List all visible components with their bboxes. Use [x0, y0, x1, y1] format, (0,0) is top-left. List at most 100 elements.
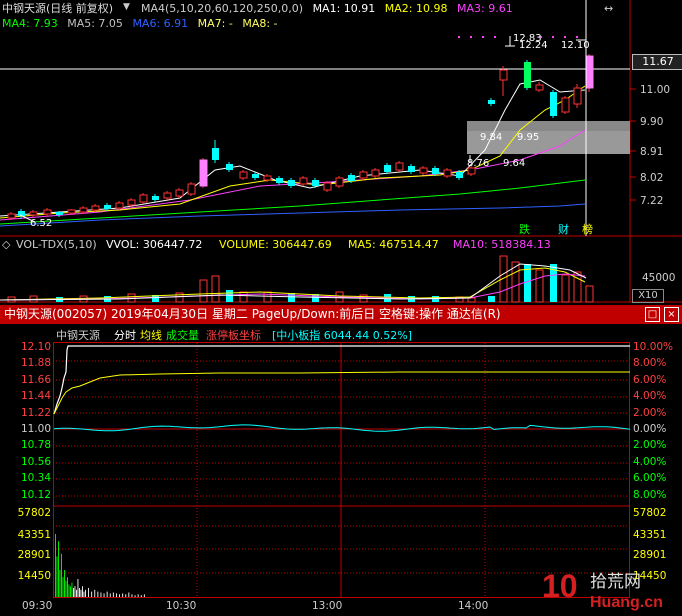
volume-bar: [211, 275, 220, 303]
intraday-volume-bar: [80, 589, 82, 597]
candle: [163, 192, 172, 199]
candle: [573, 87, 582, 105]
candle: [524, 62, 531, 88]
intraday-volume-bar: [103, 593, 105, 597]
intraday-vol-label-right: 28901: [633, 549, 667, 561]
candle: [432, 168, 439, 174]
current-price-box: 11.67: [632, 54, 682, 70]
intraday-pct-label: 6.00%: [633, 374, 667, 386]
intraday-volume-bar: [88, 588, 89, 597]
candle: [152, 196, 159, 200]
intraday-volume-bar: [128, 592, 130, 597]
price-axis-label: 8.02: [640, 172, 664, 184]
vvol-value: VVOL: 306447.72: [106, 238, 203, 251]
volume-bar: [288, 293, 295, 302]
restore-button[interactable]: □: [645, 307, 660, 322]
intraday-pct-label: 0.00%: [633, 423, 667, 435]
intraday-volume-bar: [56, 556, 58, 597]
price-axis-label: 7.22: [640, 195, 664, 207]
intraday-time-label: 14:00: [458, 600, 489, 612]
candle: [56, 212, 63, 215]
intraday-volume-bar: [55, 534, 56, 597]
intraday-volume-bar: [112, 592, 114, 597]
low-label: 8.76: [467, 158, 490, 169]
intraday-volume-bar: [83, 591, 85, 597]
intraday-volume-bar: [131, 594, 133, 597]
tab-minute[interactable]: 分时: [114, 329, 136, 342]
candle: [104, 205, 111, 209]
intraday-volume-bar: [125, 594, 127, 597]
candle: [359, 171, 368, 179]
vol-ma5-value: MA5: 467514.47: [348, 238, 439, 251]
vol-multiplier: X10: [632, 289, 664, 303]
candle: [43, 209, 52, 215]
event-badge[interactable]: 跌: [517, 221, 532, 237]
watermark-logo: 10 拾荒网 Huang.cn: [542, 568, 663, 611]
price-axis-label: 8.91: [640, 146, 664, 158]
event-badge[interactable]: 榜: [580, 221, 595, 237]
volume-bar: [239, 291, 248, 303]
intraday-vol-label: 43351: [17, 529, 51, 541]
intraday-volume-bar: [85, 589, 86, 597]
candle: [288, 180, 295, 186]
price-axis-label: 9.90: [640, 116, 664, 128]
intraday-time-label: 10:30: [166, 600, 197, 612]
intraday-volume-bar: [71, 582, 73, 597]
logo-site: Huang.cn: [590, 594, 663, 611]
low-label: 9.95: [517, 132, 540, 143]
low-label: 9.84: [480, 132, 503, 143]
intraday-volume-bar: [143, 594, 145, 597]
tab-volume[interactable]: 成交量: [166, 329, 199, 342]
volume-bar: [535, 269, 544, 303]
intraday-price-label: 10.34: [20, 472, 51, 484]
intraday-volume-bar: [59, 570, 61, 597]
candle: [127, 199, 136, 206]
intraday-pct-label: 2.00%: [633, 439, 667, 451]
intraday-pct-label: 10.00%: [633, 341, 674, 353]
intraday-volume-bar: [140, 595, 142, 597]
candle: [67, 209, 76, 214]
candle: [212, 148, 219, 160]
intraday-volume-bar: [122, 593, 124, 597]
intraday-volume-bar: [77, 579, 79, 597]
intraday-price-label: 10.78: [20, 439, 51, 451]
intraday-pct-label: 6.00%: [633, 472, 667, 484]
intraday-time-label: 09:30: [22, 600, 53, 612]
vol-ma10-value: MA10: 518384.13: [453, 238, 551, 251]
intraday-window-titlebar[interactable]: 中钢天源(002057) 2019年04月30日 星期二 PageUp/Down…: [0, 305, 682, 324]
candle: [7, 213, 16, 219]
volume-bar: [199, 279, 208, 303]
intraday-volume-bar: [74, 586, 76, 597]
candle: [187, 183, 196, 195]
intraday-volume-bar: [62, 577, 64, 597]
tab-limit-axis[interactable]: 涨停板坐标: [206, 329, 261, 342]
intraday-pct-label: 8.00%: [633, 357, 667, 369]
intraday-time-label: 13:00: [312, 600, 343, 612]
intraday-volume-bar: [64, 570, 65, 597]
intraday-volume-bar: [58, 541, 59, 597]
candle: [175, 189, 184, 197]
intraday-volume-bar: [76, 589, 77, 597]
candle: [499, 69, 508, 81]
candle: [139, 194, 148, 203]
intraday-volume-bar: [61, 553, 62, 597]
intraday-vol-label-right: 43351: [633, 529, 667, 541]
collapse-icon[interactable]: ◇: [2, 238, 10, 251]
close-button[interactable]: ×: [664, 307, 679, 322]
intraday-pct-label: 2.00%: [633, 407, 667, 419]
intraday-price-label: 11.44: [20, 390, 51, 402]
intraday-volume-bar: [94, 589, 96, 597]
intraday-volume-bar: [134, 595, 136, 597]
intraday-pct-label: 4.00%: [633, 390, 667, 402]
volume-bar: [561, 274, 570, 303]
candle: [323, 182, 332, 191]
event-badge[interactable]: 财: [556, 221, 571, 237]
high-label: 12.24: [519, 40, 548, 51]
vol-indicator-label: VOL-TDX(5,10): [16, 238, 97, 251]
candle: [226, 164, 233, 170]
intraday-vol-label: 14450: [17, 570, 51, 582]
intraday-volume-bar: [70, 586, 71, 597]
intraday-price-label: 12.10: [20, 341, 51, 353]
tab-average[interactable]: 均线: [140, 329, 162, 342]
candle: [408, 166, 415, 172]
